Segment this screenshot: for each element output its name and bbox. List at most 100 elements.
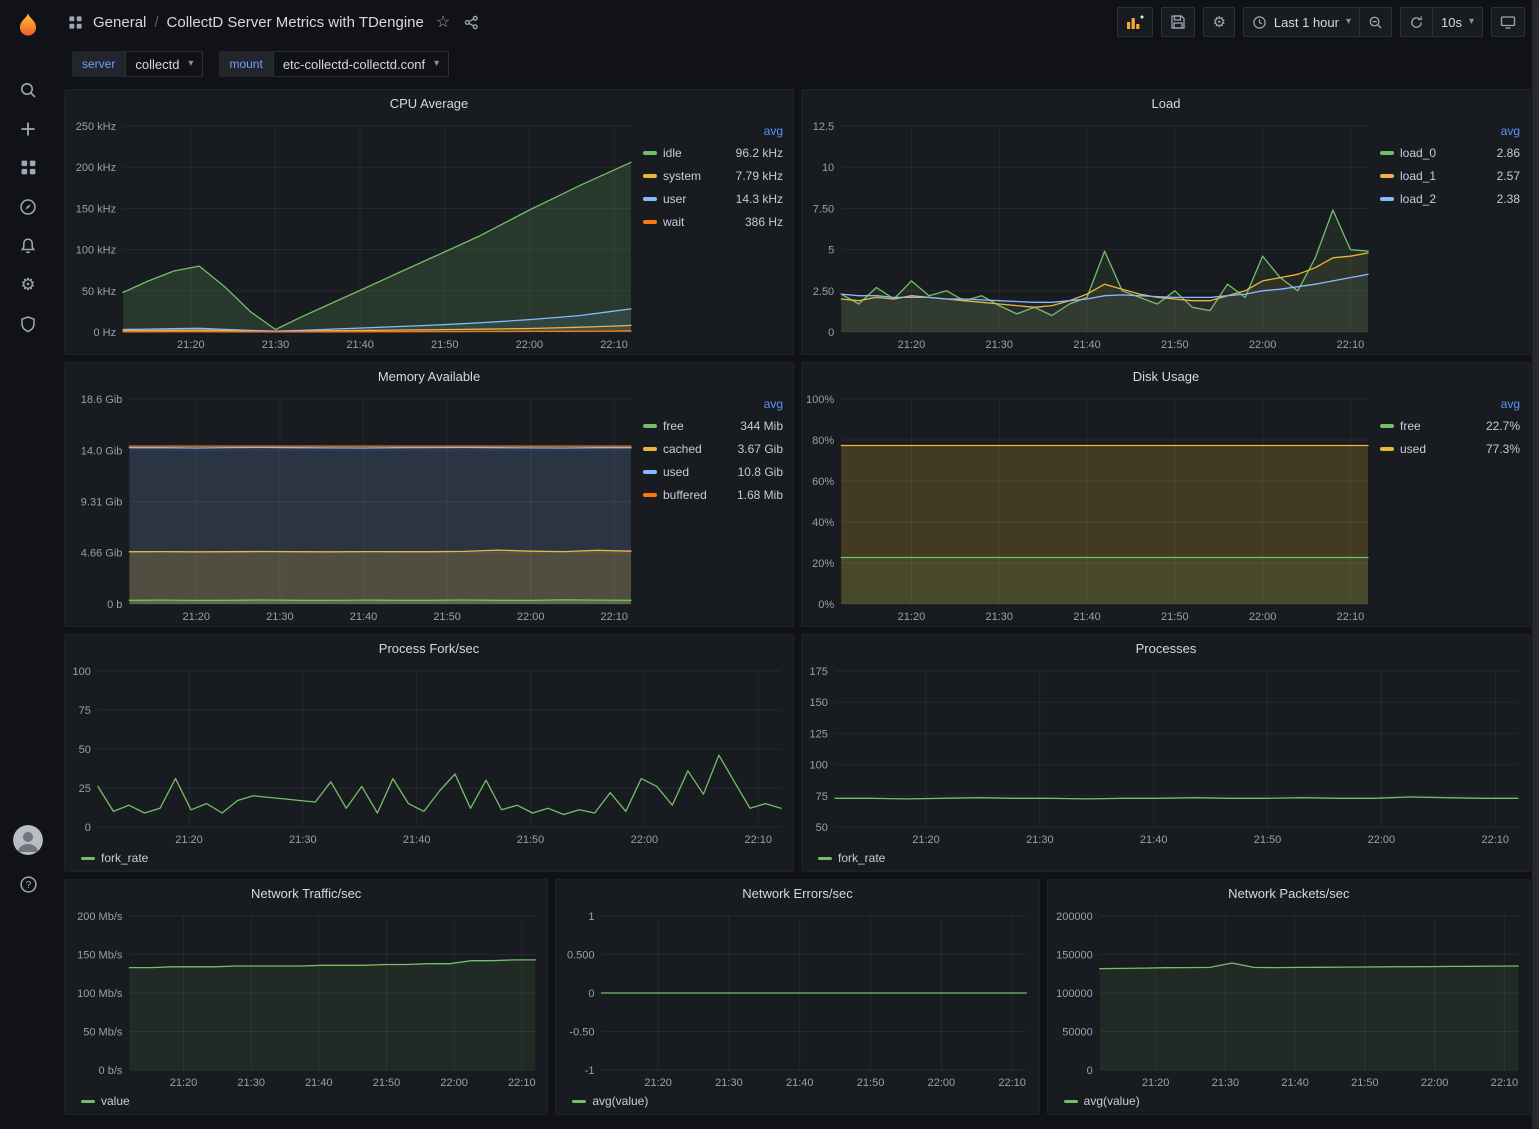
gear-icon: ⚙ — [20, 275, 35, 295]
network-packets-sec-chart[interactable]: 05000010000015000020000021:2021:3021:402… — [1048, 906, 1530, 1092]
x-tick-label: 22:00 — [1249, 611, 1277, 623]
zoom-out-button[interactable] — [1360, 7, 1392, 37]
grafana-app: ⚙ ? General / CollectD Server Me — [0, 0, 1539, 1129]
x-tick-label: 21:40 — [1140, 834, 1168, 846]
legend-avg-header: avg — [643, 397, 783, 411]
legend-series-name[interactable]: system — [663, 169, 730, 183]
legend-series-name[interactable]: load_0 — [1400, 146, 1491, 160]
legend-item-fork_rate: fork_rate — [818, 847, 885, 870]
dashboard-grid-icon — [68, 15, 83, 30]
dashboard-settings-button[interactable]: ⚙ — [1203, 7, 1234, 37]
legend-series-name[interactable]: free — [663, 419, 734, 433]
legend-series-name[interactable]: idle — [663, 146, 730, 160]
series-line-fork_rate — [98, 755, 781, 814]
panel-header[interactable]: Processes — [802, 635, 1530, 661]
save-dashboard-button[interactable] — [1161, 7, 1195, 37]
load-chart[interactable]: 02.5057.501012.521:2021:3021:4021:5022:0… — [802, 116, 1380, 354]
legend-series-name[interactable]: wait — [663, 215, 739, 229]
x-tick-label: 21:50 — [517, 834, 545, 846]
y-tick-label: 4.66 Gib — [81, 548, 123, 560]
y-tick-label: 1 — [589, 911, 595, 923]
sidebar-item-create[interactable] — [6, 109, 50, 148]
star-button[interactable]: ☆ — [434, 10, 452, 34]
x-tick-label: 21:50 — [1254, 834, 1282, 846]
legend-series-name[interactable]: free — [1400, 419, 1480, 433]
variable-selected-value: etc-collectd-collectd.conf — [283, 57, 425, 72]
panel-header[interactable]: Process Fork/sec — [65, 635, 793, 661]
legend: value — [65, 1092, 547, 1114]
legend-swatch — [1064, 1100, 1078, 1103]
variable-value-dropdown[interactable]: collectd ▾ — [125, 51, 203, 77]
chart-area: 0 b4.66 Gib9.31 Gib14.0 Gib18.6 Gib21:20… — [65, 389, 643, 626]
legend-series-name[interactable]: user — [663, 192, 730, 206]
panel-header[interactable]: Network Traffic/sec — [65, 880, 547, 906]
legend-series-name[interactable]: avg(value) — [592, 1094, 648, 1108]
y-tick-label: 100 — [73, 666, 91, 678]
disk-usage-chart[interactable]: 0%20%40%60%80%100%21:2021:3021:4021:5022… — [802, 389, 1380, 626]
panel-header[interactable]: Network Errors/sec — [556, 880, 1038, 906]
refresh-button[interactable] — [1400, 7, 1433, 37]
sidebar-item-alerting[interactable] — [6, 226, 50, 265]
processes-chart[interactable]: 507510012515017521:2021:3021:4021:5022:0… — [802, 661, 1530, 849]
x-tick-label: 21:30 — [289, 834, 317, 846]
legend-series-name[interactable]: used — [1400, 442, 1480, 456]
sidebar-item-explore[interactable] — [6, 187, 50, 226]
refresh-interval-select[interactable]: 10s ▾ — [1433, 7, 1483, 37]
user-avatar[interactable] — [13, 825, 43, 855]
breadcrumb-folder[interactable]: General — [93, 14, 146, 31]
legend-series-name[interactable]: load_1 — [1400, 169, 1491, 183]
network-errors-sec-chart[interactable]: -1-0.5000.500121:2021:3021:4021:5022:002… — [556, 906, 1038, 1092]
panel-title: Network Errors/sec — [742, 886, 853, 901]
page-title[interactable]: CollectD Server Metrics with TDengine — [167, 14, 424, 31]
x-tick-label: 21:30 — [237, 1077, 265, 1089]
sidebar-item-search[interactable] — [6, 70, 50, 109]
y-tick-label: 5 — [828, 245, 834, 257]
legend-item-buffered: buffered1.68 Mib — [643, 483, 783, 506]
panel-header[interactable]: Disk Usage — [802, 363, 1530, 389]
legend-series-value: 10.8 Gib — [738, 465, 783, 479]
legend-series-name[interactable]: value — [101, 1094, 130, 1108]
add-panel-button[interactable] — [1117, 7, 1153, 37]
sidebar-item-dashboards[interactable] — [6, 148, 50, 187]
legend-series-name[interactable]: buffered — [663, 488, 731, 502]
x-tick-label: 22:10 — [600, 339, 628, 351]
legend-series-name[interactable]: fork_rate — [101, 851, 148, 865]
cpu-average-chart[interactable]: 0 Hz50 kHz100 kHz150 kHz200 kHz250 kHz21… — [65, 116, 643, 354]
panel-header[interactable]: Memory Available — [65, 363, 793, 389]
panel-body: 02.5057.501012.521:2021:3021:4021:5022:0… — [802, 116, 1530, 354]
scrollbar[interactable] — [1532, 0, 1539, 1129]
panel-header[interactable]: CPU Average — [65, 90, 793, 116]
panel-header[interactable]: Network Packets/sec — [1048, 880, 1530, 906]
network-traffic-sec-chart[interactable]: 0 b/s50 Mb/s100 Mb/s150 Mb/s200 Mb/s21:2… — [65, 906, 547, 1092]
legend-series-name[interactable]: load_2 — [1400, 192, 1491, 206]
sidebar: ⚙ ? — [0, 0, 56, 1129]
share-button[interactable] — [462, 13, 481, 32]
legend-series-name[interactable]: fork_rate — [838, 851, 885, 865]
sidebar-item-server-admin[interactable] — [6, 304, 50, 343]
sidebar-item-configuration[interactable]: ⚙ — [6, 265, 50, 304]
panel-header[interactable]: Load — [802, 90, 1530, 116]
x-tick-label: 21:50 — [857, 1077, 885, 1089]
grafana-flame-icon — [13, 11, 43, 41]
grafana-logo[interactable] — [12, 10, 44, 42]
y-tick-label: 50 kHz — [82, 286, 116, 298]
legend-series-name[interactable]: cached — [663, 442, 732, 456]
legend-series-name[interactable]: avg(value) — [1084, 1094, 1140, 1108]
process-fork-sec-chart[interactable]: 025507510021:2021:3021:4021:5022:0022:10 — [65, 661, 793, 849]
scrollbar-thumb[interactable] — [1532, 0, 1539, 1129]
panel-title: Processes — [1136, 641, 1197, 656]
time-range-picker[interactable]: Last 1 hour ▾ — [1243, 7, 1360, 37]
memory-available-chart[interactable]: 0 b4.66 Gib9.31 Gib14.0 Gib18.6 Gib21:20… — [65, 389, 643, 626]
legend-series-value: 3.67 Gib — [738, 442, 783, 456]
x-tick-label: 21:20 — [183, 611, 211, 623]
variable-value-dropdown[interactable]: etc-collectd-collectd.conf ▾ — [273, 51, 449, 77]
legend-series-name[interactable]: used — [663, 465, 732, 479]
sidebar-item-help[interactable]: ? — [6, 865, 50, 904]
legend-swatch — [643, 174, 657, 178]
chevron-down-icon: ▾ — [1346, 17, 1351, 27]
y-tick-label: 0 b/s — [99, 1065, 123, 1077]
cycle-view-button[interactable] — [1491, 7, 1525, 37]
chart-area: 0 Hz50 kHz100 kHz150 kHz200 kHz250 kHz21… — [65, 116, 643, 354]
y-tick-label: 200 kHz — [76, 162, 116, 174]
legend-swatch — [643, 470, 657, 474]
